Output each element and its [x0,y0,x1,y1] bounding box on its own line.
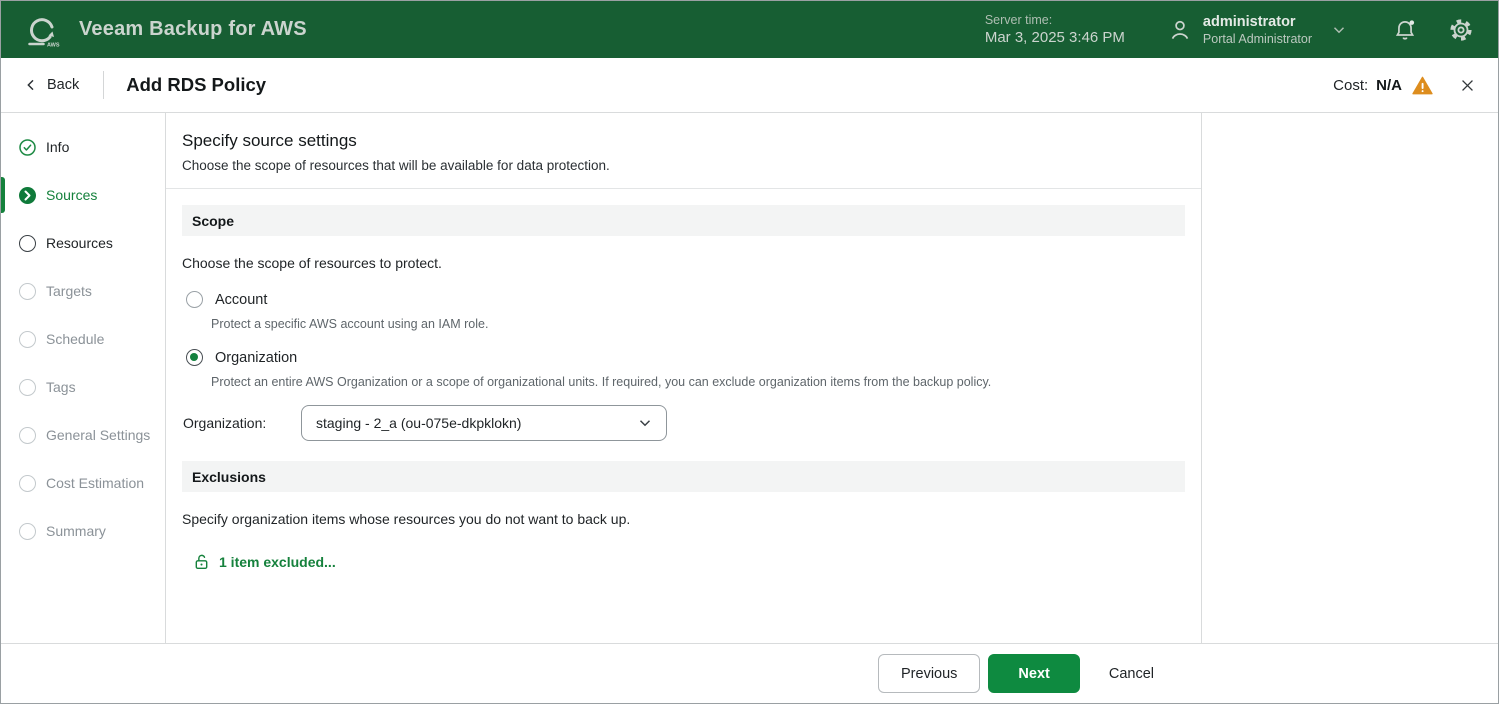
right-gutter [1202,113,1498,643]
user-icon [1167,17,1193,43]
cost-warning-icon[interactable] [1412,76,1433,95]
wizard-footer: Previous Next Cancel [1,643,1498,703]
sidebar-step-tags: Tags [1,363,165,411]
next-button[interactable]: Next [988,654,1080,693]
user-name: administrator [1202,13,1296,30]
user-role: Portal Administrator [1202,31,1312,46]
scope-instruction: Choose the scope of resources to protect… [182,255,442,271]
current-step-indicator [1,177,5,213]
veeam-aws-logo-icon: AWS [21,10,63,50]
notification-dot [1409,19,1415,25]
step-circle-icon [19,378,36,396]
sidebar-step-cost-estimation: Cost Estimation [1,459,165,507]
step-circle-icon [19,522,36,540]
sidebar-step-targets: Targets [1,267,165,315]
app-title: Veeam Backup for AWS [79,18,307,40]
organization-select[interactable]: staging - 2_a (ou-075e-dkpklokn) [301,405,667,441]
organization-selected-value: staging - 2_a (ou-075e-dkpklokn) [316,415,522,431]
sidebar-step-summary: Summary [1,507,165,555]
page-title: Add RDS Policy [126,74,267,95]
excluded-items-row[interactable]: 1 item excluded... [193,553,1185,571]
notifications-button[interactable] [1388,13,1422,47]
sidebar-step-info[interactable]: Info [1,123,165,171]
account-description: Protect a specific AWS account using an … [211,317,489,331]
toolbar-divider [103,71,105,99]
settings-gear-button[interactable] [1444,13,1478,47]
svg-text:AWS: AWS [47,42,60,48]
panel-heading: Specify source settings [182,131,357,150]
step-circle-icon [19,282,36,300]
scope-section-header: Scope [182,205,1185,236]
step-completed-icon [19,138,36,156]
server-time-label: Server time: [984,13,1053,27]
cost-label: Cost: [1333,76,1369,94]
wizard-toolbar: Back Add RDS Policy Cost: N/A [1,58,1498,113]
step-circle-icon [19,234,36,252]
app-window: AWS Veeam Backup for AWS Server time: Ma… [0,0,1499,704]
radio-account[interactable] [186,291,203,308]
user-menu[interactable]: administrator Portal Administrator [1167,13,1348,47]
scope-option-account[interactable]: Account [186,291,1185,308]
step-circle-icon [19,330,36,348]
chevron-left-icon [27,79,34,91]
excluded-items-link[interactable]: 1 item excluded... [219,554,336,570]
previous-button[interactable]: Previous [878,654,981,693]
unlock-icon [193,553,210,571]
exclusions-section-header: Exclusions [182,461,1185,492]
panel-subheading: Choose the scope of resources that will … [182,158,610,173]
app-header: AWS Veeam Backup for AWS Server time: Ma… [1,1,1498,58]
cost-value: N/A [1376,76,1402,94]
organization-field-label: Organization: [183,415,267,431]
exclusions-instruction: Specify organization items whose resourc… [182,511,631,527]
server-time-value: Mar 3, 2025 3:46 PM [984,29,1125,46]
organization-description: Protect an entire AWS Organization or a … [211,375,992,389]
sidebar-step-schedule: Schedule [1,315,165,363]
server-time: Server time: Mar 3, 2025 3:46 PM [985,12,1125,47]
chevron-down-icon [639,420,651,427]
cancel-button[interactable]: Cancel [1097,654,1166,693]
step-current-icon [19,186,36,204]
radio-organization[interactable] [186,349,203,366]
back-label: Back [47,77,80,93]
back-button[interactable]: Back [23,77,79,93]
scope-option-organization[interactable]: Organization [186,349,1185,366]
step-circle-icon [19,426,36,444]
chevron-down-icon [1330,21,1348,39]
wizard-steps-sidebar: Info Sources Resources Targets Schedule … [1,113,166,643]
sidebar-step-sources[interactable]: Sources [1,171,165,219]
close-icon[interactable] [1459,77,1476,94]
sidebar-step-general-settings: General Settings [1,411,165,459]
sidebar-step-resources[interactable]: Resources [1,219,165,267]
source-settings-panel: Specify source settings Choose the scope… [166,113,1202,643]
step-circle-icon [19,474,36,492]
